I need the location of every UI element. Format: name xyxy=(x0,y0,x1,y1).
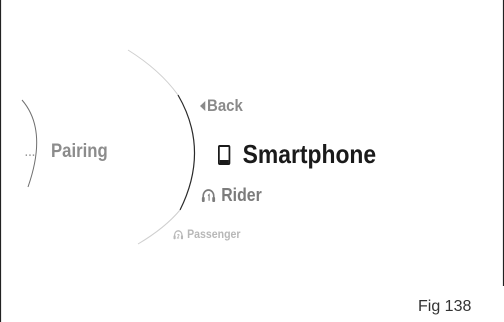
parent-menu-arc xyxy=(21,99,38,188)
figure-caption: Fig 138 xyxy=(418,298,472,315)
outer-wheel-arc-upper xyxy=(127,49,179,96)
headset-passenger-icon xyxy=(173,229,184,239)
menu-item-pairing[interactable]: Pairing xyxy=(51,141,108,163)
ellipsis-indicator: ... xyxy=(25,147,36,159)
back-label: Back xyxy=(207,96,243,115)
current-menu-arc xyxy=(177,94,196,211)
rider-label: Rider xyxy=(221,185,262,205)
back-button[interactable]: Back xyxy=(200,96,243,116)
menu-item-passenger[interactable]: Passenger xyxy=(173,227,240,241)
headset-rider-icon xyxy=(201,189,216,202)
display-screen: ... Pairing Back Smartphone Rider Passen… xyxy=(0,0,504,322)
passenger-label: Passenger xyxy=(187,227,241,241)
menu-item-smartphone[interactable]: Smartphone xyxy=(218,139,376,170)
menu-item-rider[interactable]: Rider xyxy=(201,185,262,206)
smartphone-label: Smartphone xyxy=(242,139,377,169)
smartphone-icon xyxy=(218,144,231,165)
back-arrow-icon xyxy=(200,101,206,111)
